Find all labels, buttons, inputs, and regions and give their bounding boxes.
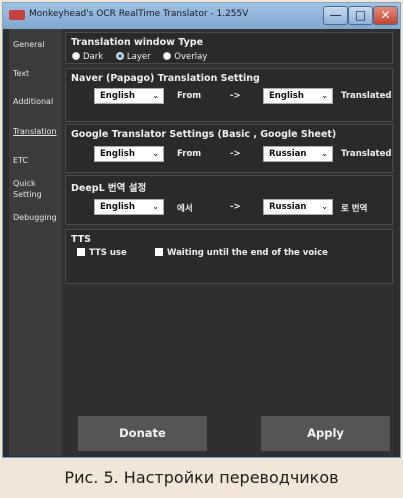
deepl-arrow: -> [230, 202, 241, 212]
window-title: Monkeyhead's OCR RealTime Translator - 1… [29, 9, 249, 19]
naver-section: Naver (Papago) Translation Setting Engli… [65, 68, 393, 122]
maximize-button[interactable]: □ [348, 6, 373, 25]
deepl-target-select[interactable]: Russian ⌄ [263, 199, 333, 215]
deepl-from-label: 에서 [177, 204, 193, 214]
naver-target-value: English [269, 91, 304, 101]
deepl-section: DeepL 번역 설정 English ⌄ 에서 -> Russian ⌄ 로 번역 [65, 175, 393, 225]
tts-use-checkbox[interactable] [77, 248, 85, 256]
radio-dark[interactable]: Dark [72, 51, 103, 62]
sidebar-item-debugging[interactable]: Debugging [13, 212, 63, 223]
apply-button[interactable]: Apply [261, 416, 390, 451]
naver-from-label: From [177, 91, 202, 101]
naver-target-select[interactable]: English ⌄ [263, 88, 333, 104]
radio-layer[interactable]: Layer [115, 51, 151, 62]
naver-title: Naver (Papago) Translation Setting [71, 73, 260, 84]
sidebar: General Text Additional Translation ETC … [9, 29, 62, 456]
chevron-down-icon: ⌄ [152, 202, 159, 211]
chevron-down-icon: ⌄ [152, 149, 159, 158]
radio-overlay[interactable]: Overlay [163, 51, 207, 62]
minimize-button[interactable]: — [323, 6, 348, 25]
donate-button[interactable]: Donate [78, 416, 207, 451]
deepl-source-value: English [100, 202, 135, 212]
sidebar-item-etc[interactable]: ETC [13, 155, 63, 166]
tts-title: TTS [71, 234, 92, 245]
radio-layer-label: Layer [126, 52, 151, 62]
close-button[interactable]: ✕ [373, 6, 398, 25]
chevron-down-icon: ⌄ [321, 149, 328, 158]
tts-wait-label: Waiting until the end of the voice [167, 248, 328, 258]
radio-layer-indicator[interactable] [115, 52, 124, 60]
tts-wait-option[interactable]: Waiting until the end of the voice [155, 247, 328, 258]
google-arrow: -> [230, 149, 241, 159]
app-icon [9, 10, 25, 20]
sidebar-item-additional[interactable]: Additional [13, 96, 63, 107]
google-section: Google Translator Settings (Basic , Goog… [65, 124, 393, 173]
title-bar[interactable]: Monkeyhead's OCR RealTime Translator - 1… [3, 3, 400, 29]
naver-source-select[interactable]: English ⌄ [94, 88, 164, 104]
google-source-select[interactable]: English ⌄ [94, 146, 164, 162]
tts-wait-checkbox[interactable] [155, 248, 163, 256]
client-area: General Text Additional Translation ETC … [9, 29, 394, 456]
chevron-down-icon: ⌄ [152, 91, 159, 100]
google-from-label: From [177, 149, 202, 159]
sidebar-item-general[interactable]: General [13, 39, 63, 50]
app-window: Monkeyhead's OCR RealTime Translator - 1… [2, 2, 401, 458]
tts-section: TTS TTS use Waiting until the end of the… [65, 229, 393, 284]
naver-translated-label: Translated [341, 91, 392, 101]
tts-use-label: TTS use [89, 248, 127, 258]
sidebar-item-translation[interactable]: Translation [13, 126, 63, 137]
chevron-down-icon: ⌄ [321, 91, 328, 100]
radio-dark-indicator[interactable] [72, 52, 80, 60]
google-target-value: Russian [269, 149, 307, 159]
chevron-down-icon: ⌄ [321, 202, 328, 211]
deepl-target-value: Russian [269, 202, 307, 212]
window-type-title: Translation window Type [71, 37, 204, 48]
radio-overlay-indicator[interactable] [163, 52, 172, 60]
google-translated-label: Translated [341, 149, 392, 159]
sidebar-item-quick-setting[interactable]: Quick Setting [13, 178, 63, 200]
google-title: Google Translator Settings (Basic , Goog… [71, 129, 337, 140]
figure-caption: Рис. 5. Настройки переводчиков [64, 468, 339, 487]
window-type-section: Translation window Type Dark Layer Overl… [65, 32, 393, 64]
google-target-select[interactable]: Russian ⌄ [263, 146, 333, 162]
window-type-options: Dark Layer Overlay [72, 51, 217, 62]
deepl-source-select[interactable]: English ⌄ [94, 199, 164, 215]
tts-use-option[interactable]: TTS use [77, 247, 127, 258]
deepl-translated-label: 로 번역 [341, 204, 368, 214]
naver-arrow: -> [230, 91, 241, 101]
radio-overlay-label: Overlay [174, 52, 208, 62]
deepl-title: DeepL 번역 설정 [71, 183, 147, 194]
sidebar-item-text[interactable]: Text [13, 68, 63, 79]
google-source-value: English [100, 149, 135, 159]
radio-dark-label: Dark [83, 52, 104, 62]
naver-source-value: English [100, 91, 135, 101]
